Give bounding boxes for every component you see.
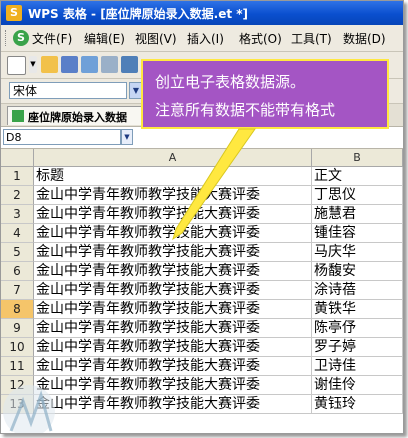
arrow-shape <box>172 128 256 241</box>
wps-spreadsheet-window: S WPS 表格 - [座位牌原始录入数据.et *] S 文件(F) 编辑(E… <box>0 0 404 434</box>
callout-pointer-arrow <box>172 128 256 241</box>
watermark-logo-icon <box>3 385 55 433</box>
